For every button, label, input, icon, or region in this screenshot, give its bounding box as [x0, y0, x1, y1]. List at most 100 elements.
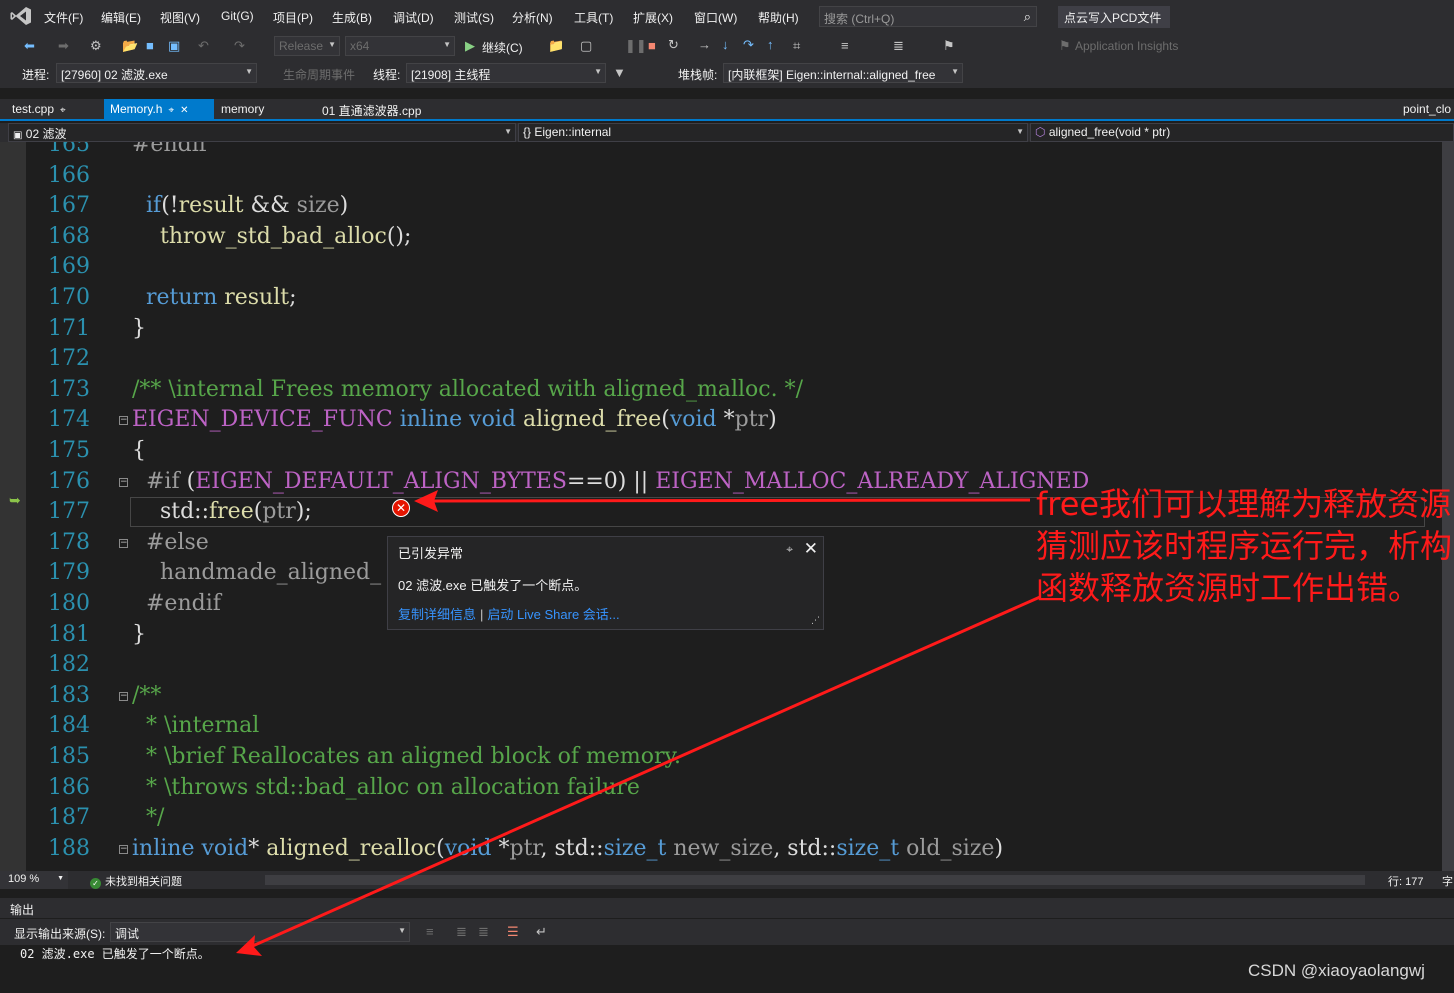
code-line[interactable]: 182 — [0, 650, 1440, 681]
redo-icon[interactable]: ↷ — [234, 38, 245, 54]
code-line[interactable]: 169 — [0, 252, 1440, 283]
collapse-icon[interactable]: − — [119, 538, 128, 548]
issues-indicator[interactable]: ✓ 未找到相关问题 — [90, 873, 182, 889]
chevron-down-icon: ▼ — [594, 67, 602, 76]
code-line[interactable]: 171} — [0, 314, 1440, 345]
config-dropdown[interactable]: Release ▼ — [274, 36, 340, 56]
previous-message-icon[interactable]: ≣ — [456, 924, 467, 940]
code-line[interactable]: 187 */ — [0, 803, 1440, 834]
current-statement-arrow-icon: ➥ — [9, 492, 21, 508]
step-over-icon[interactable]: ↷ — [743, 37, 754, 53]
code-line[interactable]: 165 #endif — [0, 142, 1440, 161]
next-message-icon[interactable]: ≣ — [478, 924, 489, 940]
code-line[interactable]: 167 if(!result && size) — [0, 191, 1440, 222]
collapse-icon[interactable]: − — [119, 691, 128, 701]
lifecycle-events-button[interactable]: 生命周期事件 — [283, 66, 355, 83]
pin-icon[interactable]: ⌖ — [168, 105, 174, 116]
code-line[interactable]: 174 − EIGEN_DEVICE_FUNC inline void aligne… — [0, 405, 1440, 436]
scope-dropdown[interactable]: {} Eigen::internal ▼ — [518, 123, 1028, 142]
output-header: 输出 — [0, 898, 1454, 918]
code-line[interactable]: 172 — [0, 344, 1440, 375]
word-wrap-icon[interactable]: ↵ — [536, 924, 547, 940]
hex-display-icon[interactable]: ⌗ — [793, 38, 800, 54]
process-value: [27960] 02 滤波.exe — [61, 68, 168, 82]
app-insights-icon[interactable]: ⚑ — [1059, 38, 1071, 54]
code-token: EIGEN_DEFAULT_ALIGN_BYTES — [195, 468, 567, 494]
pin-icon[interactable]: ⌖ — [60, 105, 66, 116]
platform-dropdown[interactable]: x64 ▼ — [345, 36, 455, 56]
bookmark-icon[interactable]: ⚑ — [943, 38, 955, 54]
menu-window[interactable]: 窗口(W) — [694, 9, 737, 26]
indent-icon[interactable]: ≣ — [893, 38, 904, 54]
code-line[interactable]: 166 — [0, 161, 1440, 192]
filter-icon[interactable]: ▼ — [613, 65, 626, 80]
thread-dropdown[interactable]: [21908] 主线程 ▼ — [406, 63, 606, 83]
pin-icon[interactable]: ⌖ — [786, 542, 793, 557]
code-line[interactable]: 168 throw_std_bad_alloc(); — [0, 222, 1440, 253]
menu-help[interactable]: 帮助(H) — [758, 9, 799, 26]
app-insights-button[interactable]: Application Insights — [1075, 39, 1178, 53]
resize-grip-icon[interactable]: ⋰ — [811, 615, 820, 626]
close-icon[interactable]: ✕ — [804, 539, 818, 559]
step-out-icon[interactable]: ↑ — [767, 37, 774, 52]
code-line[interactable]: 185 * \brief Reallocates an aligned bloc… — [0, 742, 1440, 773]
member-dropdown[interactable]: ⬡ aligned_free(void * ptr) — [1030, 123, 1454, 142]
menu-debug[interactable]: 调试(D) — [393, 9, 434, 26]
menu-view[interactable]: 视图(V) — [160, 9, 200, 26]
project-dropdown[interactable]: ▣ 02 滤波 ▼ — [8, 123, 516, 142]
search-input[interactable]: 搜索 (Ctrl+Q) ⌕ — [819, 6, 1037, 27]
live-share-link[interactable]: 启动 Live Share 会话... — [487, 607, 619, 622]
copy-details-link[interactable]: 复制详细信息 — [398, 607, 476, 622]
code-line[interactable]: 184 * \internal — [0, 711, 1440, 742]
close-icon[interactable]: ✕ — [180, 105, 188, 116]
clear-all-icon[interactable]: ☰ — [507, 924, 519, 940]
tab-memory[interactable]: memory — [215, 99, 270, 119]
step-into-icon[interactable]: ↓ — [722, 37, 729, 52]
horizontal-scrollbar[interactable] — [265, 875, 1365, 885]
forward-icon[interactable]: ➡ — [58, 38, 69, 54]
code-token: aligned_realloc — [266, 835, 437, 861]
open-folder-icon[interactable]: 📂 — [122, 38, 138, 54]
screenshot-icon[interactable]: ▢ — [580, 38, 592, 54]
zoom-dropdown[interactable]: 109 % ▼ — [0, 871, 68, 889]
code-line[interactable]: 175 { — [0, 436, 1440, 467]
comment-icon[interactable]: ≡ — [841, 38, 849, 53]
code-line[interactable]: 188− inline void* aligned_realloc(void *p… — [0, 834, 1440, 865]
pause-icon[interactable]: ❚❚ — [625, 38, 647, 54]
output-source-dropdown[interactable]: 调试 ▼ — [110, 922, 410, 942]
stop-icon[interactable]: ■ — [648, 38, 656, 53]
process-icon[interactable]: 📁 — [548, 38, 564, 54]
find-message-icon[interactable]: ≡ — [426, 924, 434, 939]
tab-point-cloud[interactable]: point_clo — [1397, 99, 1454, 119]
save-all-icon[interactable]: ▣ — [168, 38, 180, 54]
code-line[interactable]: 186 * \throws std::bad_alloc on allocati… — [0, 773, 1440, 804]
menu-test[interactable]: 测试(S) — [454, 9, 494, 26]
restart-icon[interactable]: ↻ — [668, 37, 679, 53]
undo-icon[interactable]: ↶ — [198, 38, 209, 54]
tab-test-cpp[interactable]: test.cpp ⌖ — [6, 99, 72, 119]
menu-file[interactable]: 文件(F) — [44, 9, 83, 26]
new-project-icon[interactable]: ⚙ — [90, 38, 102, 54]
play-icon[interactable]: ▶ — [465, 38, 475, 54]
menu-edit[interactable]: 编辑(E) — [101, 9, 141, 26]
process-dropdown[interactable]: [27960] 02 滤波.exe ▼ — [56, 63, 257, 83]
tab-memory-h[interactable]: Memory.h ⌖ ✕ — [104, 99, 214, 119]
menu-build[interactable]: 生成(B) — [332, 9, 372, 26]
code-line[interactable]: 183 −/** — [0, 681, 1440, 712]
tab-passthrough-filter[interactable]: 01 直通滤波器.cpp — [316, 99, 427, 119]
menu-tools[interactable]: 工具(T) — [574, 9, 613, 26]
stack-frame-dropdown[interactable]: [内联框架] Eigen::internal::aligned_free ▼ — [723, 63, 963, 83]
save-icon[interactable]: ■ — [146, 38, 154, 53]
menu-extensions[interactable]: 扩展(X) — [633, 9, 673, 26]
collapse-icon[interactable]: − — [119, 477, 128, 487]
menu-analyze[interactable]: 分析(N) — [512, 9, 553, 26]
code-line[interactable]: 170 return result; — [0, 283, 1440, 314]
menu-project[interactable]: 项目(P) — [273, 9, 313, 26]
code-line[interactable]: 173 /** \internal Frees memory allocated … — [0, 375, 1440, 406]
collapse-icon[interactable]: − — [119, 416, 128, 426]
collapse-icon[interactable]: − — [119, 844, 128, 854]
menu-git[interactable]: Git(G) — [221, 9, 254, 23]
show-next-statement-icon[interactable]: → — [698, 37, 711, 52]
back-icon[interactable]: ⬅ — [24, 38, 35, 54]
continue-button[interactable]: 继续(C) — [482, 39, 523, 56]
